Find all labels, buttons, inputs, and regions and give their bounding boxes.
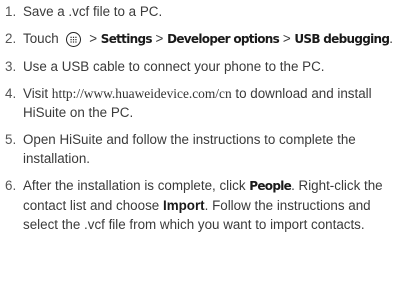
step-text: Open HiSuite and follow the instructions… [23,132,356,166]
developer-options-label: Developer options [167,32,280,46]
instruction-steps: 1. Save a .vcf file to a PC. 2. Touch > … [0,2,406,234]
step-number: 1. [5,4,17,19]
breadcrumb-separator: > [155,31,164,46]
sentence-end: . [389,31,394,46]
download-url: http://www.huaweidevice.com/cn [51,86,232,101]
step-6: 6. After the installation is complete, c… [0,176,406,234]
step-number: 5. [5,132,17,147]
import-label: Import [162,198,205,213]
step-number: 2. [5,31,17,46]
usb-debugging-label: USB debugging [294,32,390,46]
step-number: 6. [5,178,17,193]
breadcrumb-separator: > [282,31,291,46]
step-text-prefix: Visit [23,86,49,101]
step-2: 2. Touch > Settings > Developer options … [0,29,406,49]
step-text: Use a USB cable to connect your phone to… [23,59,325,74]
people-label: People [249,179,292,193]
step-text-prefix: Touch [23,31,59,46]
step-5: 5. Open HiSuite and follow the instructi… [0,130,406,168]
settings-label: Settings [100,32,153,46]
step-3: 3. Use a USB cable to connect your phone… [0,57,406,76]
menu-icon [66,32,82,47]
step-1: 1. Save a .vcf file to a PC. [0,2,406,21]
step-4: 4. Visit http://www.huaweidevice.com/cn … [0,84,406,122]
step-text-part1: After the installation is complete, clic… [23,178,246,193]
breadcrumb-separator: > [89,31,98,46]
step-text: Save a .vcf file to a PC. [23,4,163,19]
step-number: 3. [5,59,17,74]
step-number: 4. [5,86,17,101]
